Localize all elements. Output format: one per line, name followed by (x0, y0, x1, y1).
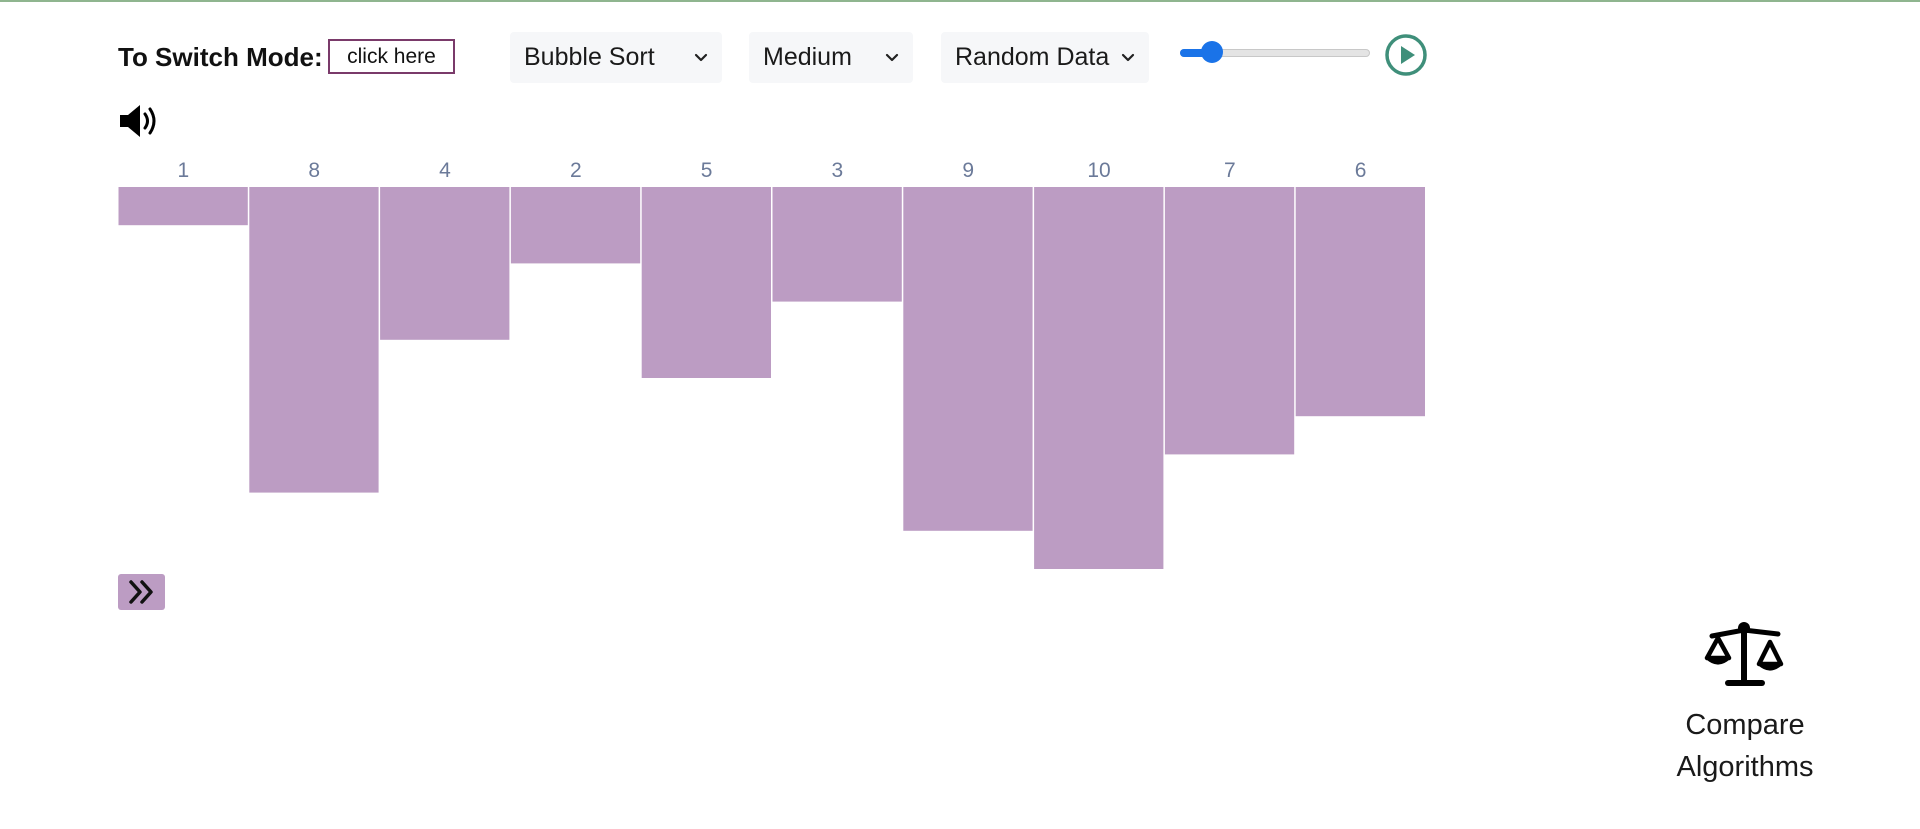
bar-label: 3 (832, 159, 844, 182)
bar-1 (118, 187, 248, 226)
bar-9 (903, 187, 1033, 531)
top-divider (0, 0, 1920, 2)
algorithm-select-value: Bubble Sort (524, 43, 655, 71)
chevron-down-icon (694, 53, 708, 62)
compare-algorithms-label: Compare Algorithms (1676, 709, 1814, 783)
compare-algorithms-button[interactable]: Compare Algorithms (1645, 618, 1845, 788)
bar-chart: 1 8 4 2 5 3 9 10 7 6 (118, 159, 1425, 569)
algorithm-select[interactable]: Bubble Sort (510, 32, 722, 83)
speed-select-value: Medium (763, 43, 852, 71)
bar-label: 10 (1087, 159, 1110, 182)
bar-label: 4 (439, 159, 451, 182)
bar-label: 8 (308, 159, 320, 182)
speaker-volume-icon[interactable] (118, 103, 162, 139)
balance-scale-icon (1704, 622, 1784, 686)
step-forward-button[interactable] (118, 574, 165, 610)
chevron-down-icon (1121, 53, 1135, 62)
chevron-down-icon (885, 53, 899, 62)
bar-4 (380, 187, 510, 340)
bar-label: 9 (962, 159, 974, 182)
bar-label: 6 (1355, 159, 1367, 182)
data-type-select-value: Random Data (955, 43, 1110, 71)
speed-slider[interactable] (1180, 41, 1370, 65)
double-chevron-right-icon (128, 580, 153, 604)
play-icon[interactable] (1384, 33, 1428, 77)
bar-8 (249, 187, 379, 493)
bar-label: 7 (1224, 159, 1236, 182)
switch-mode-label: To Switch Mode: (118, 42, 323, 72)
bar-label: 5 (701, 159, 713, 182)
bar-2 (510, 187, 641, 264)
bar-label: 2 (570, 159, 582, 182)
bar-5 (641, 187, 771, 378)
bar-6 (1295, 187, 1425, 417)
bar-7 (1164, 187, 1295, 455)
data-type-select[interactable]: Random Data (941, 32, 1149, 83)
bar-10 (1034, 187, 1164, 569)
bar-3 (772, 187, 902, 302)
slider-thumb[interactable] (1201, 41, 1224, 63)
speed-select[interactable]: Medium (749, 32, 913, 83)
bar-label: 1 (178, 159, 190, 182)
switch-mode-button[interactable]: click here (328, 39, 455, 74)
